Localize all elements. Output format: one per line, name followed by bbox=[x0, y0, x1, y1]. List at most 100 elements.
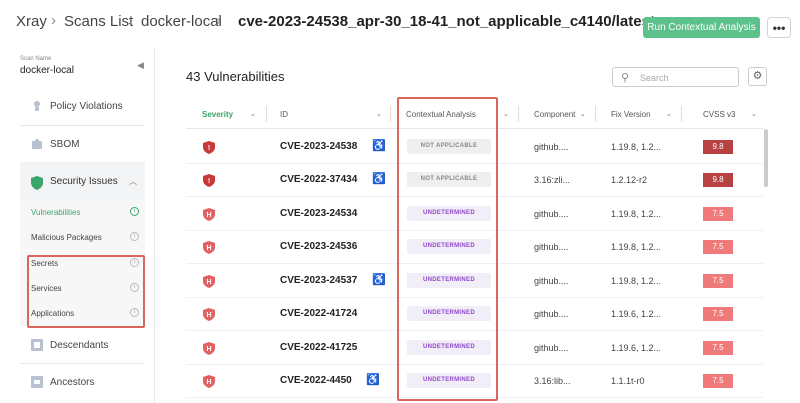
shield-icon bbox=[31, 176, 43, 190]
svg-text:H: H bbox=[206, 379, 211, 386]
search-input[interactable] bbox=[640, 71, 730, 84]
column-divider bbox=[681, 106, 682, 122]
svg-text:H: H bbox=[206, 346, 211, 353]
sidebar-item-label: Ancestors bbox=[50, 376, 95, 388]
vulnerabilities-count-title: 43 Vulnerabilities bbox=[186, 69, 285, 84]
cve-id[interactable]: CVE-2022-41725 bbox=[280, 342, 357, 353]
cvss-score-badge: 7.5 bbox=[703, 341, 733, 355]
cve-id[interactable]: CVE-2023-24536 bbox=[280, 241, 357, 252]
chevron-down-icon[interactable]: ⌄ bbox=[751, 110, 757, 118]
svg-text:H: H bbox=[206, 245, 211, 252]
component-name: github.... bbox=[534, 309, 569, 319]
fix-version: 1.19.8, 1.2... bbox=[611, 142, 662, 152]
top-header: Xray › Scans List › docker-local › cve-2… bbox=[0, 0, 800, 48]
column-divider bbox=[390, 106, 391, 122]
breadcrumb-separator-icon: › bbox=[128, 12, 133, 29]
chevron-down-icon[interactable]: ⌄ bbox=[250, 110, 256, 118]
cve-id[interactable]: CVE-2023-24538 bbox=[280, 141, 357, 152]
fix-version: 1.19.8, 1.2... bbox=[611, 242, 662, 252]
fix-version: 1.19.6, 1.2... bbox=[611, 309, 662, 319]
high-severity-icon: H bbox=[203, 308, 215, 321]
critical-severity-icon: ! bbox=[203, 174, 215, 187]
sidebar-subitem-malicious-packages[interactable]: Malicious Packages i bbox=[20, 225, 145, 250]
chevron-up-icon[interactable]: ︿ bbox=[129, 176, 137, 187]
ancestors-icon bbox=[31, 376, 43, 388]
collapse-sidebar-icon[interactable]: ◀ bbox=[137, 60, 144, 71]
column-header-cvss-v3[interactable]: CVSS v3 bbox=[703, 110, 735, 119]
sidebar-subitem-label: Vulnerabilities bbox=[31, 208, 81, 217]
component-name: 3.16:zli... bbox=[534, 175, 571, 185]
svg-text:H: H bbox=[206, 279, 211, 286]
component-name: github.... bbox=[534, 242, 569, 252]
chevron-down-icon[interactable]: ⌄ bbox=[580, 110, 586, 118]
column-header-component[interactable]: Component bbox=[534, 110, 575, 119]
cvss-score-badge: 9.8 bbox=[703, 140, 733, 154]
cve-id[interactable]: CVE-2022-4450 bbox=[280, 375, 352, 386]
run-contextual-analysis-button[interactable]: Run Contextual Analysis bbox=[643, 17, 760, 38]
breadcrumb-separator-icon: › bbox=[51, 12, 56, 29]
sidebar-item-ancestors[interactable]: Ancestors bbox=[20, 362, 145, 402]
info-icon: i bbox=[130, 232, 139, 241]
component-name: github.... bbox=[534, 142, 569, 152]
fix-version: 1.1.1t-r0 bbox=[611, 376, 645, 386]
applicable-fix-icon: ♿ bbox=[366, 374, 380, 386]
table-scrollbar[interactable] bbox=[764, 129, 768, 187]
cvss-score-badge: 7.5 bbox=[703, 274, 733, 288]
cvss-score-badge: 9.8 bbox=[703, 173, 733, 187]
cvss-score-badge: 7.5 bbox=[703, 240, 733, 254]
cve-id[interactable]: CVE-2023-24537 bbox=[280, 275, 357, 286]
cvss-score-badge: 7.5 bbox=[703, 307, 733, 321]
component-name: 3.16:lib... bbox=[534, 376, 571, 386]
cve-id[interactable]: CVE-2022-37434 bbox=[280, 174, 357, 185]
breadcrumb-scans-list[interactable]: Scans List bbox=[64, 13, 133, 30]
puzzle-icon bbox=[31, 138, 43, 150]
component-name: github.... bbox=[534, 276, 569, 286]
component-name: github.... bbox=[534, 209, 569, 219]
breadcrumb-separator-icon: › bbox=[216, 12, 221, 29]
fix-version: 1.19.8, 1.2... bbox=[611, 276, 662, 286]
scan-name: docker-local bbox=[20, 65, 74, 76]
sidebar-group-label: Security Issues bbox=[50, 176, 118, 187]
more-options-button[interactable]: ••• bbox=[767, 17, 791, 38]
column-divider bbox=[518, 106, 519, 122]
high-severity-icon: H bbox=[203, 241, 215, 254]
highlight-box bbox=[397, 97, 498, 401]
sidebar-item-label: Policy Violations bbox=[50, 100, 123, 112]
sidebar-subitem-vulnerabilities[interactable]: Vulnerabilities i bbox=[20, 200, 145, 225]
search-icon: ⚲ bbox=[621, 72, 630, 84]
sidebar-item-descendants[interactable]: Descendants bbox=[20, 325, 145, 365]
chevron-down-icon[interactable]: ⌄ bbox=[666, 110, 672, 118]
sidebar-item-sbom[interactable]: SBOM bbox=[20, 124, 145, 164]
sidebar-subitem-label: Malicious Packages bbox=[31, 233, 102, 242]
high-severity-icon: H bbox=[203, 342, 215, 355]
chevron-down-icon[interactable]: ⌄ bbox=[376, 110, 382, 118]
breadcrumb-docker-local[interactable]: docker-local bbox=[141, 13, 222, 30]
search-field[interactable]: ⚲ bbox=[612, 67, 739, 87]
cvss-score-badge: 7.5 bbox=[703, 374, 733, 388]
high-severity-icon: H bbox=[203, 275, 215, 288]
breadcrumb-xray[interactable]: Xray bbox=[16, 13, 47, 30]
applicable-fix-icon: ♿ bbox=[372, 140, 386, 152]
column-header-id[interactable]: ID bbox=[280, 110, 288, 119]
chevron-down-icon[interactable]: ⌄ bbox=[503, 110, 509, 118]
column-header-severity[interactable]: Severity bbox=[202, 110, 233, 119]
svg-text:H: H bbox=[206, 212, 211, 219]
gear-icon: ⚙ bbox=[752, 70, 763, 82]
scan-name-label: Scan Name bbox=[20, 56, 52, 62]
sidebar-item-label: SBOM bbox=[50, 138, 80, 150]
page-title: cve-2023-24538_apr-30_18-41_not_applicab… bbox=[238, 13, 655, 30]
descendants-icon bbox=[31, 339, 43, 351]
column-header-fix-version[interactable]: Fix Version bbox=[611, 110, 651, 119]
cve-id[interactable]: CVE-2022-41724 bbox=[280, 308, 357, 319]
component-name: github.... bbox=[534, 343, 569, 353]
sidebar-group-security-issues[interactable]: Security Issues ︿ bbox=[20, 162, 145, 204]
sidebar-item-policy-violations[interactable]: Policy Violations bbox=[20, 86, 145, 126]
critical-severity-icon: ! bbox=[203, 141, 215, 154]
fix-version: 1.19.8, 1.2... bbox=[611, 209, 662, 219]
column-settings-button[interactable]: ⚙ bbox=[748, 67, 767, 86]
svg-text:H: H bbox=[206, 312, 211, 319]
high-severity-icon: H bbox=[203, 375, 215, 388]
column-divider bbox=[266, 106, 267, 122]
cvss-score-badge: 7.5 bbox=[703, 207, 733, 221]
cve-id[interactable]: CVE-2023-24534 bbox=[280, 208, 357, 219]
